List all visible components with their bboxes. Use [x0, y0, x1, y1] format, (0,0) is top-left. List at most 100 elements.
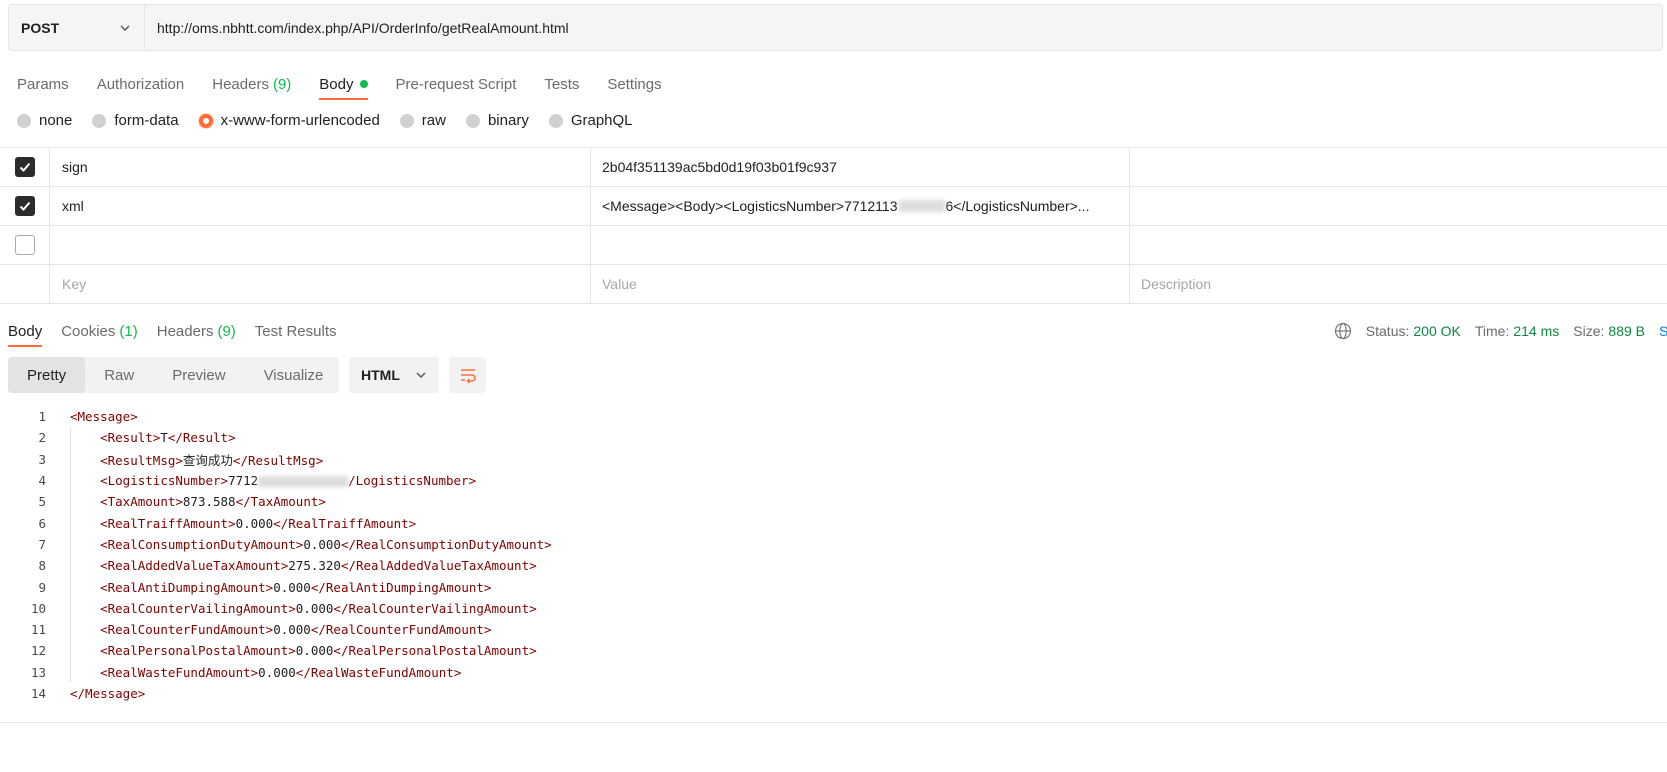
xml-open-tag: <TaxAmount>	[100, 494, 183, 510]
radio-label: x-www-form-urlencoded	[220, 112, 380, 129]
line-number: 9	[38, 579, 46, 595]
table-row	[0, 226, 1667, 265]
param-value[interactable]: <Message><Body><LogisticsNumber>7712113 6…	[591, 187, 1130, 225]
xml-open-tag: <RealCounterVailingAmount>	[100, 600, 296, 616]
param-key[interactable]: xml	[50, 187, 591, 225]
body-type-binary[interactable]: binary	[465, 112, 529, 129]
line-number: 13	[30, 664, 46, 680]
format-select[interactable]: HTML	[349, 357, 439, 393]
param-description[interactable]	[1130, 187, 1667, 225]
xml-open-tag: <RealWasteFundAmount>	[100, 664, 259, 680]
line-number: 2	[38, 430, 46, 446]
xml-text: 查询成功	[182, 452, 233, 468]
check-icon	[19, 201, 30, 211]
table-row: xml <Message><Body><LogisticsNumber>7712…	[0, 187, 1667, 226]
line-number: 11	[30, 622, 46, 638]
response-status-bar: Status: 200 OK Time: 214 ms Size: 889 B …	[1334, 318, 1667, 344]
param-key[interactable]: sign	[50, 148, 591, 186]
xml-close-tag: </RealTraiffAmount>	[273, 515, 417, 531]
line-number: 10	[30, 600, 46, 616]
table-row: sign 2b04f351139ac5bd0d19f03b01f9c937	[0, 148, 1667, 187]
code-line: 2 <Result>T</Result>	[0, 427, 528, 448]
body-type-form-data[interactable]: form-data	[92, 112, 179, 129]
code-text: <LogisticsNumber>7712/LogisticsNumber>	[70, 473, 476, 488]
url-input[interactable]: http://oms.nbhtt.com/index.php/API/Order…	[145, 20, 569, 36]
xml-text: 0.000	[273, 622, 311, 638]
line-number: 1	[38, 409, 46, 425]
xml-open-tag: <Result>	[100, 430, 161, 446]
request-tabs: Params Authorization Headers (9) Body Pre…	[17, 70, 690, 100]
value-placeholder[interactable]: Value	[591, 265, 1130, 303]
view-raw-button[interactable]: Raw	[85, 357, 153, 393]
row-checkbox[interactable]	[14, 235, 35, 255]
param-description[interactable]	[1130, 226, 1667, 264]
xml-text: 0.000	[295, 600, 334, 616]
save-response-button[interactable]: S	[1659, 323, 1667, 339]
time-value[interactable]: 214 ms	[1513, 323, 1559, 339]
tab-params[interactable]: Params	[17, 70, 69, 98]
code-text: <RealCounterVailingAmount>0.000</RealCou…	[70, 601, 537, 616]
resp-tab-body[interactable]: Body	[8, 318, 43, 347]
xml-close-tag: </RealConsumptionDutyAmount>	[340, 536, 552, 552]
status-value[interactable]: 200 OK	[1413, 323, 1460, 339]
headers-count: (9)	[217, 322, 236, 340]
body-type-none[interactable]: none	[17, 112, 72, 129]
tab-label: Body	[319, 75, 354, 93]
xml-close-tag: </ResultMsg>	[232, 452, 324, 468]
body-type-urlencoded[interactable]: x-www-form-urlencoded	[198, 112, 380, 129]
row-checkbox[interactable]	[14, 196, 35, 216]
param-description[interactable]	[1130, 148, 1667, 186]
method-select[interactable]: POST	[9, 5, 145, 50]
size-value[interactable]: 889 B	[1608, 323, 1645, 339]
code-text: <Result>T</Result>	[70, 430, 235, 446]
xml-open-tag: <Message>	[70, 409, 138, 425]
code-line: 3 <ResultMsg>查询成功</ResultMsg>	[0, 449, 528, 470]
resp-tab-test-results[interactable]: Test Results	[255, 318, 337, 344]
request-url-bar: POST http://oms.nbhtt.com/index.php/API/…	[8, 4, 1663, 51]
description-placeholder[interactable]: Description	[1130, 265, 1667, 303]
code-text: <TaxAmount>873.588</TaxAmount>	[70, 494, 326, 509]
tab-label: Test Results	[254, 322, 337, 340]
status-label: Status:	[1365, 323, 1410, 339]
code-line: 12 <RealPersonalPostalAmount>0.000</Real…	[0, 640, 537, 661]
code-text: </Message>	[70, 686, 145, 701]
response-code-view[interactable]: 1 <Message> 2 <Result>T</Result> 3 <ResultM…	[0, 406, 552, 704]
method-label: POST	[21, 19, 60, 36]
view-visualize-button[interactable]: Visualize	[245, 357, 343, 393]
line-number: 4	[38, 473, 46, 489]
wrap-lines-button[interactable]	[449, 357, 486, 393]
table-row-new: Key Value Description	[0, 265, 1667, 304]
row-checkbox[interactable]	[14, 157, 35, 177]
resp-tab-cookies[interactable]: Cookies (1)	[61, 318, 138, 344]
tab-authorization[interactable]: Authorization	[97, 70, 185, 98]
body-type-raw[interactable]: raw	[399, 112, 446, 129]
xml-open-tag: <RealAddedValueTaxAmount>	[100, 558, 289, 574]
tab-label: Headers	[212, 75, 269, 93]
code-line: 6 <RealTraiffAmount>0.000</RealTraiffAmo…	[0, 512, 528, 533]
tab-headers[interactable]: Headers (9)	[212, 70, 291, 98]
body-active-dot	[359, 80, 368, 88]
view-pretty-button[interactable]: Pretty	[8, 357, 86, 393]
view-preview-button[interactable]: Preview	[153, 357, 244, 393]
param-value[interactable]	[591, 226, 1130, 264]
tab-settings[interactable]: Settings	[607, 70, 661, 98]
key-placeholder[interactable]: Key	[50, 265, 591, 303]
radio-icon	[92, 113, 107, 128]
xml-open-tag: <RealPersonalPostalAmount>	[100, 643, 296, 659]
line-number: 5	[38, 494, 46, 510]
param-key[interactable]	[50, 226, 591, 264]
resp-tab-headers[interactable]: Headers (9)	[157, 318, 236, 344]
xml-close-tag: </RealWasteFundAmount>	[295, 664, 462, 680]
tab-body[interactable]: Body	[319, 70, 368, 100]
xml-close-tag: </RealCounterVailingAmount>	[333, 600, 537, 616]
body-type-graphql[interactable]: GraphQL	[548, 112, 633, 129]
code-line: 10 <RealCounterVailingAmount>0.000</Real…	[0, 598, 537, 619]
xml-open-tag: <RealAntiDumpingAmount>	[100, 579, 274, 595]
xml-open-tag: <RealCounterFundAmount>	[100, 622, 274, 638]
radio-label: raw	[421, 112, 446, 129]
code-text: <RealPersonalPostalAmount>0.000</RealPer…	[70, 643, 537, 658]
param-value[interactable]: 2b04f351139ac5bd0d19f03b01f9c937	[591, 148, 1130, 186]
tab-tests[interactable]: Tests	[544, 70, 579, 98]
globe-icon[interactable]	[1334, 322, 1352, 340]
tab-pre-request-script[interactable]: Pre-request Script	[396, 70, 517, 98]
